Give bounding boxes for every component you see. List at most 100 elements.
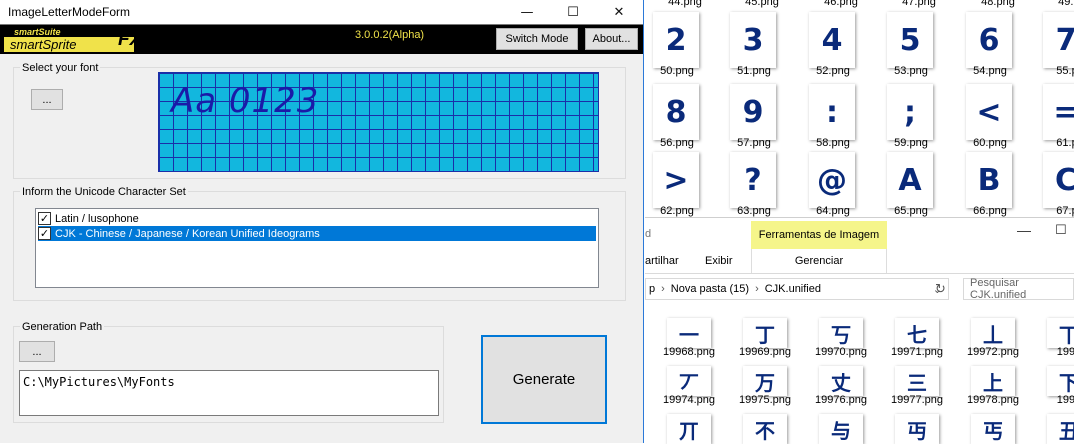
version-label: 3.0.0.2(Alpha) [355,29,425,41]
file-thumbnail[interactable]: A [887,152,933,208]
file-name: 19976.png [815,394,867,406]
file-thumbnail[interactable]: 丈 [819,366,863,396]
charset-item-cjk[interactable]: ✓ CJK - Chinese / Japanese / Korean Unif… [38,226,596,241]
file-thumbnail[interactable]: 不 [743,414,787,444]
file-thumbnail[interactable]: 与 [819,414,863,444]
file-thumbnail[interactable]: 丂 [819,318,863,348]
file-thumbnail[interactable]: 丑 [1047,414,1074,444]
chevron-right-icon: › [661,283,665,295]
file-thumbnail[interactable]: ; [887,84,933,140]
file-thumbnail[interactable]: 下 [1047,366,1074,396]
charset-checked-list[interactable]: ✓ Latin / lusophone ✓ CJK - Chinese / Ja… [35,208,599,288]
file-name: 59.png [894,137,928,149]
switch-mode-button[interactable]: Switch Mode [496,28,578,50]
file-name: 19977.png [891,394,943,406]
file-thumbnail[interactable]: 丅 [1047,318,1074,348]
file-name: 54.png [973,65,1007,77]
file-name: 19978.png [967,394,1019,406]
checkbox-latin[interactable]: ✓ [38,212,51,225]
file-name: 19970.png [815,346,867,358]
ribbon-tools-tab[interactable]: Ferramentas de Imagem [751,221,887,249]
file-name: 46.png [824,0,858,8]
file-name: 48.png [981,0,1015,8]
file-thumbnail[interactable]: > [653,152,699,208]
ribbon-tab-view[interactable]: Exibir [705,255,733,267]
file-thumbnail[interactable]: ? [730,152,776,208]
charset-item-latin[interactable]: ✓ Latin / lusophone [38,211,596,226]
close-icon: ✕ [613,4,625,20]
file-name: 58.png [816,137,850,149]
file-thumbnail[interactable]: 丌 [667,414,711,444]
file-thumbnail[interactable]: 一 [667,318,711,348]
explorer-window-cjk: d — ☐ Ferramentas de Imagem artilhar Exi… [645,217,1074,444]
file-name: 51.png [737,65,771,77]
file-thumbnail[interactable]: 丐 [971,414,1015,444]
file-thumbnail[interactable]: < [966,84,1012,140]
charset-item-label: CJK - Chinese / Japanese / Korean Unifie… [55,227,320,240]
search-input[interactable]: Pesquisar CJK.unified [963,277,1074,301]
file-thumbnail[interactable]: 丏 [895,414,939,444]
refresh-icon[interactable]: ↻ [935,281,946,297]
ribbon-tab-manage[interactable]: Gerenciar [751,249,887,273]
file-thumbnail[interactable]: 七 [895,318,939,348]
file-thumbnail[interactable]: 2 [653,12,699,68]
breadcrumb-part[interactable]: p [646,283,655,295]
file-thumbnail[interactable]: 9 [730,84,776,140]
breadcrumb-part[interactable]: Nova pasta (15) [671,283,749,295]
file-name: 61.p [1056,137,1074,149]
file-name: 56.png [660,137,694,149]
file-thumbnail[interactable]: 6 [966,12,1012,68]
file-name: 63.png [737,205,771,217]
file-thumbnail[interactable]: 3 [730,12,776,68]
file-thumbnail[interactable]: = [1043,84,1074,140]
file-thumbnail[interactable]: 7 [1043,12,1074,68]
file-thumbnail[interactable]: 8 [653,84,699,140]
file-thumbnail[interactable]: B [966,152,1012,208]
file-name: 19968.png [663,346,715,358]
maximize-button[interactable]: ☐ [550,0,596,24]
file-name: 66.png [973,205,1007,217]
title-bar[interactable]: ImageLetterModeForm — ☐ ✕ [0,0,643,24]
file-name: 19972.png [967,346,1019,358]
smartsprite-logo: smartSuite smartSprite FX [4,27,142,53]
file-name: 52.png [816,65,850,77]
close-button[interactable]: ✕ [596,0,642,24]
font-group-label: Select your font [20,62,101,74]
minimize-button[interactable]: — [504,0,550,24]
file-thumbnail[interactable]: 丁 [743,318,787,348]
generation-path-input[interactable]: C:\MyPictures\MyFonts [19,370,439,416]
file-name: 19971.png [891,346,943,358]
charset-group-label: Inform the Unicode Character Set [20,186,188,198]
file-thumbnail[interactable]: 4 [809,12,855,68]
file-thumbnail[interactable]: 三 [895,366,939,396]
file-thumbnail[interactable]: 万 [743,366,787,396]
file-thumbnail[interactable]: C [1043,152,1074,208]
file-name: 19974.png [663,394,715,406]
select-path-button[interactable]: ... [19,341,55,362]
file-name: 19975.png [739,394,791,406]
file-thumbnail[interactable]: 丆 [667,366,711,396]
file-name: 1997 [1056,346,1074,358]
select-font-button[interactable]: ... [31,89,63,110]
file-thumbnail[interactable]: 丄 [971,318,1015,348]
checkbox-cjk[interactable]: ✓ [38,227,51,240]
file-name: 65.png [894,205,928,217]
ribbon-tab-share[interactable]: artilhar [645,255,679,267]
file-thumbnail[interactable]: : [809,84,855,140]
charset-item-label: Latin / lusophone [55,212,139,225]
about-button[interactable]: About... [585,28,638,50]
breadcrumb-part[interactable]: CJK.unified [765,283,821,295]
path-group-label: Generation Path [20,321,105,333]
minimize-icon[interactable]: — [1017,222,1031,238]
file-thumbnail[interactable]: 上 [971,366,1015,396]
maximize-icon: ☐ [567,4,579,20]
file-name: 1997 [1056,394,1074,406]
window-title-fragment: d [645,228,652,240]
chevron-right-icon: › [755,283,759,295]
generate-button[interactable]: Generate [481,335,607,424]
maximize-icon[interactable]: ☐ [1055,222,1067,238]
file-thumbnail[interactable]: 5 [887,12,933,68]
address-bar[interactable]: p › Nova pasta (15) › CJK.unified ⌄ [645,278,949,300]
file-name: 50.png [660,65,694,77]
file-thumbnail[interactable]: @ [809,152,855,208]
